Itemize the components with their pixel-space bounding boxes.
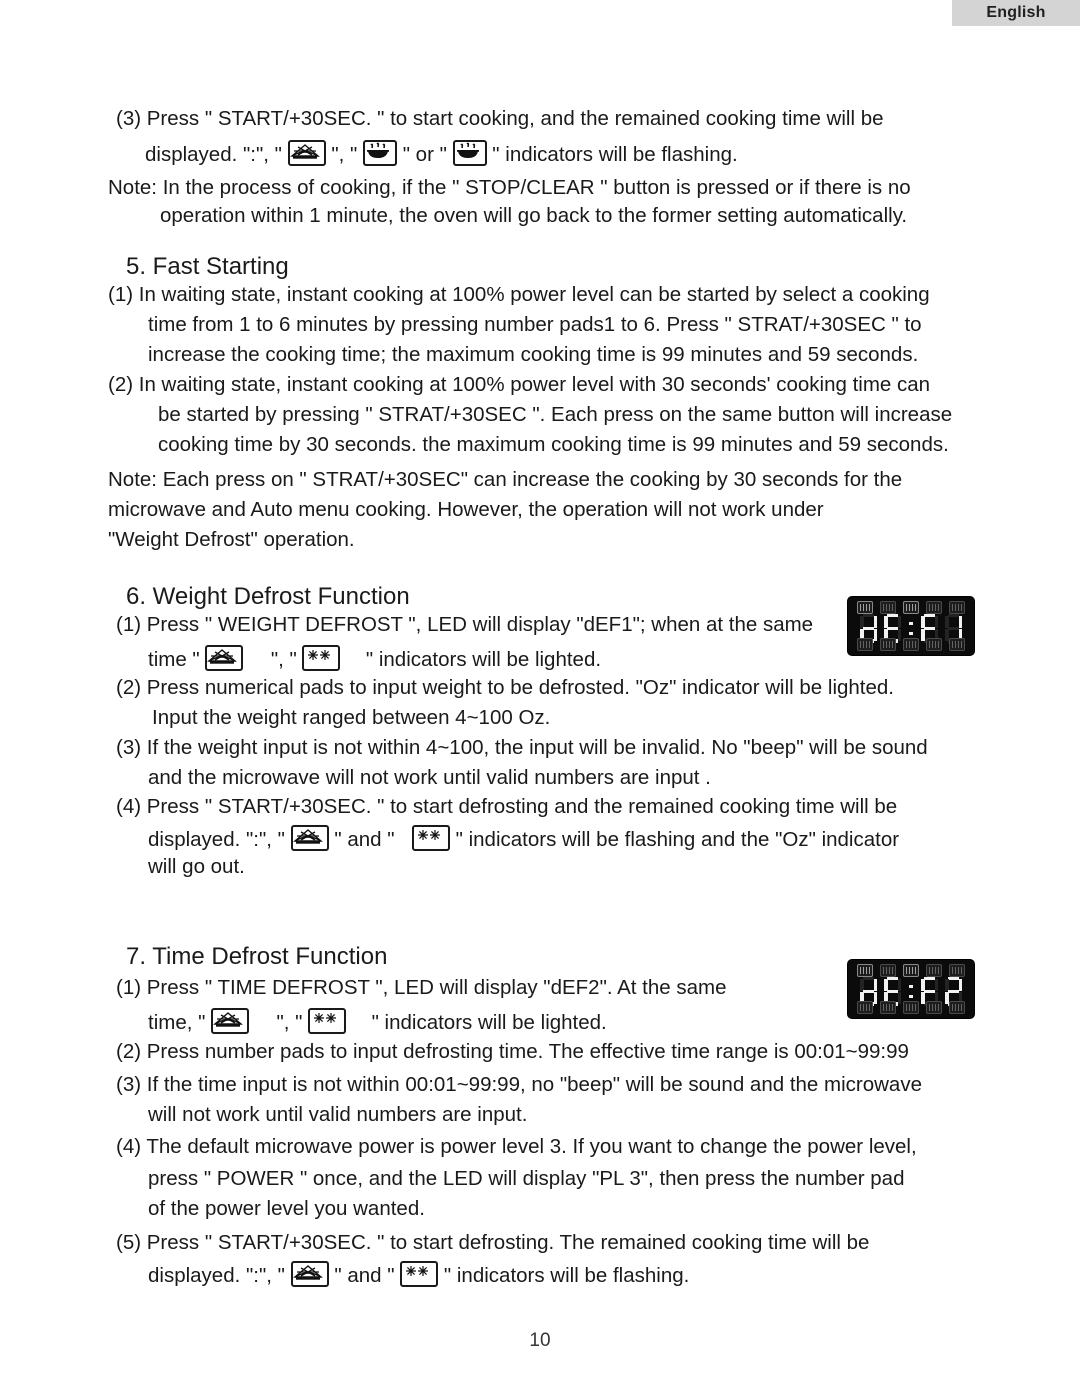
section7-item3-line1: (3) If the time input is not within 00:0… [116,1073,922,1096]
section6-item4-line2: displayed. ":", " " and " " indicators w… [148,825,899,852]
section7-item4-line3: of the power level you wanted. [148,1197,425,1220]
section6-item2-line2: Input the weight ranged between 4~100 Oz… [152,706,551,729]
section5-note-line3: "Weight Defrost" operation. [108,528,355,551]
defrost-snowflake-icon [411,825,450,851]
led-indicator-lock-icon [948,1001,965,1014]
led-indicator-lock-icon [948,638,965,651]
microwave-wave-icon [290,825,329,851]
led-indicator-clock-icon [857,638,874,651]
language-tab-label: English [986,4,1046,21]
section7-item5-line1: (5) Press " START/+30SEC. " to start def… [116,1231,870,1254]
led-indicator-weight-icon [902,1001,919,1014]
section5-note-line2: microwave and Auto menu cooking. However… [108,498,824,521]
section7-item2-line1: (2) Press number pads to input defrostin… [116,1040,909,1063]
section7-item4-line1: (4) The default microwave power is power… [116,1135,917,1158]
section6-item1-line2: time " ", " " indicators will be lighted… [148,645,601,672]
led-indicator-oz-icon [925,638,942,651]
section5-item1-line3: increase the cooking time; the maximum c… [148,343,919,366]
section7-item1-line2: time, " ", " " indicators will be lighte… [148,1008,607,1035]
led-indicator-clock-icon [857,1001,874,1014]
led-indicator-defrost-icon [880,638,897,651]
paragraph-item3-line2: displayed. ":", " ", " " or " " indicato… [145,140,738,167]
steam-bowl-icon-alt [452,140,487,166]
language-tab: English [952,0,1080,26]
time-defrost-led-display [848,960,974,1018]
microwave-wave-icon [211,1008,250,1034]
section5-item1-line2: time from 1 to 6 minutes by pressing num… [148,313,922,336]
defrost-snowflake-icon [302,645,341,671]
section5-item2-line3: cooking time by 30 seconds. the maximum … [158,433,949,456]
defrost-snowflake-icon [308,1008,347,1034]
section5-item1-line1: (1) In waiting state, instant cooking at… [108,283,930,306]
microwave-wave-icon [205,645,244,671]
section7-item3-line2: will not work until valid numbers are in… [148,1103,528,1126]
section6-item1-line1: (1) Press " WEIGHT DEFROST ", LED will d… [116,613,814,636]
section7-item1-line1: (1) Press " TIME DEFROST ", LED will dis… [116,976,727,999]
page-number: 10 [529,1330,551,1351]
section6-item3-line1: (3) If the weight input is not within 4~… [116,736,928,759]
note1-line1: Note: In the process of cooking, if the … [108,176,911,199]
section5-note-line1: Note: Each press on " STRAT/+30SEC" can … [108,468,903,491]
weight-defrost-led-display [848,597,974,655]
defrost-snowflake-icon [400,1261,439,1287]
microwave-wave-icon [287,140,326,166]
paragraph-item3-line1: (3) Press " START/+30SEC. " to start coo… [116,107,884,130]
section6-heading: 6. Weight Defrost Function [126,583,410,610]
section7-heading: 7. Time Defrost Function [126,943,388,970]
section6-item4-line1: (4) Press " START/+30SEC. " to start def… [116,795,898,818]
led-indicator-defrost-icon [880,1001,897,1014]
section5-heading: 5. Fast Starting [126,253,289,280]
steam-bowl-icon [363,140,397,166]
section7-item4-line2: press " POWER " once, and the LED will d… [148,1167,905,1190]
note1-line2: operation within 1 minute, the oven will… [160,204,908,227]
led-indicator-oz-icon [925,1001,942,1014]
manual-page: English (3) Press " START/+30SEC. " to s… [0,0,1080,1397]
led-bottom-indicator-row [848,638,974,651]
section6-item3-line2: and the microwave will not work until va… [148,766,711,789]
section6-item2-line1: (2) Press numerical pads to input weight… [116,676,894,699]
section5-item2-line1: (2) In waiting state, instant cooking at… [108,373,931,396]
section7-item5-line2: displayed. ":", " " and " " indicators w… [148,1261,689,1288]
microwave-wave-icon [290,1261,329,1287]
led-indicator-weight-icon [902,638,919,651]
section6-item4-line3: will go out. [148,855,245,878]
led-bottom-indicator-row [848,1001,974,1014]
section5-item2-line2: be started by pressing " STRAT/+30SEC ".… [158,403,953,426]
